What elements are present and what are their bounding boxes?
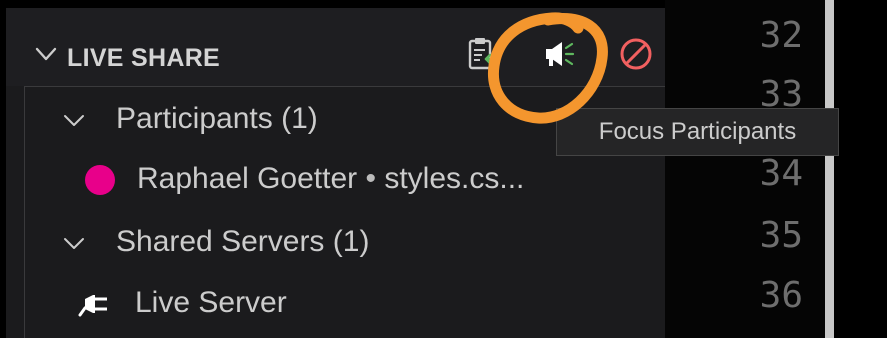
presence-dot — [85, 165, 115, 195]
chevron-down-icon — [35, 47, 57, 61]
live-share-panel: LIVE SHARE Participants (1) Raphael Goet… — [6, 8, 666, 338]
line-number: 34 — [759, 153, 803, 194]
editor-scroll-rail[interactable] — [825, 0, 834, 338]
participant-file: styles.cs... — [384, 162, 525, 195]
participant-row-text: Raphael Goetter • styles.cs... — [137, 162, 524, 196]
tooltip: Focus Participants — [556, 108, 839, 156]
live-share-section-header[interactable]: LIVE SHARE — [6, 8, 665, 86]
separator-dot: • — [365, 162, 376, 195]
chevron-down-icon — [64, 115, 84, 126]
megaphone-icon[interactable] — [540, 34, 580, 74]
vscode-screenshot: LIVE SHARE Participants (1) Raphael Goet… — [0, 0, 887, 338]
section-title: LIVE SHARE — [67, 44, 221, 72]
line-number: 36 — [759, 275, 803, 316]
no-entry-icon[interactable] — [616, 34, 656, 74]
chevron-down-icon — [64, 238, 84, 249]
participant-name: Raphael Goetter — [137, 162, 358, 195]
line-number: 32 — [759, 15, 803, 56]
participant-item[interactable]: Raphael Goetter • styles.cs... — [25, 149, 665, 209]
plug-icon — [78, 295, 107, 317]
tree-group-shared-servers[interactable]: Shared Servers (1) — [25, 212, 665, 272]
server-label: Live Server — [135, 286, 287, 319]
clipboard-arrow-icon[interactable] — [464, 34, 504, 74]
line-number: 35 — [759, 215, 803, 256]
editor-gutter: 32 33 34 35 36 — [665, 0, 825, 338]
group-label: Shared Servers (1) — [116, 225, 370, 258]
server-item[interactable]: Live Server — [25, 273, 665, 333]
group-label: Participants (1) — [116, 102, 318, 135]
